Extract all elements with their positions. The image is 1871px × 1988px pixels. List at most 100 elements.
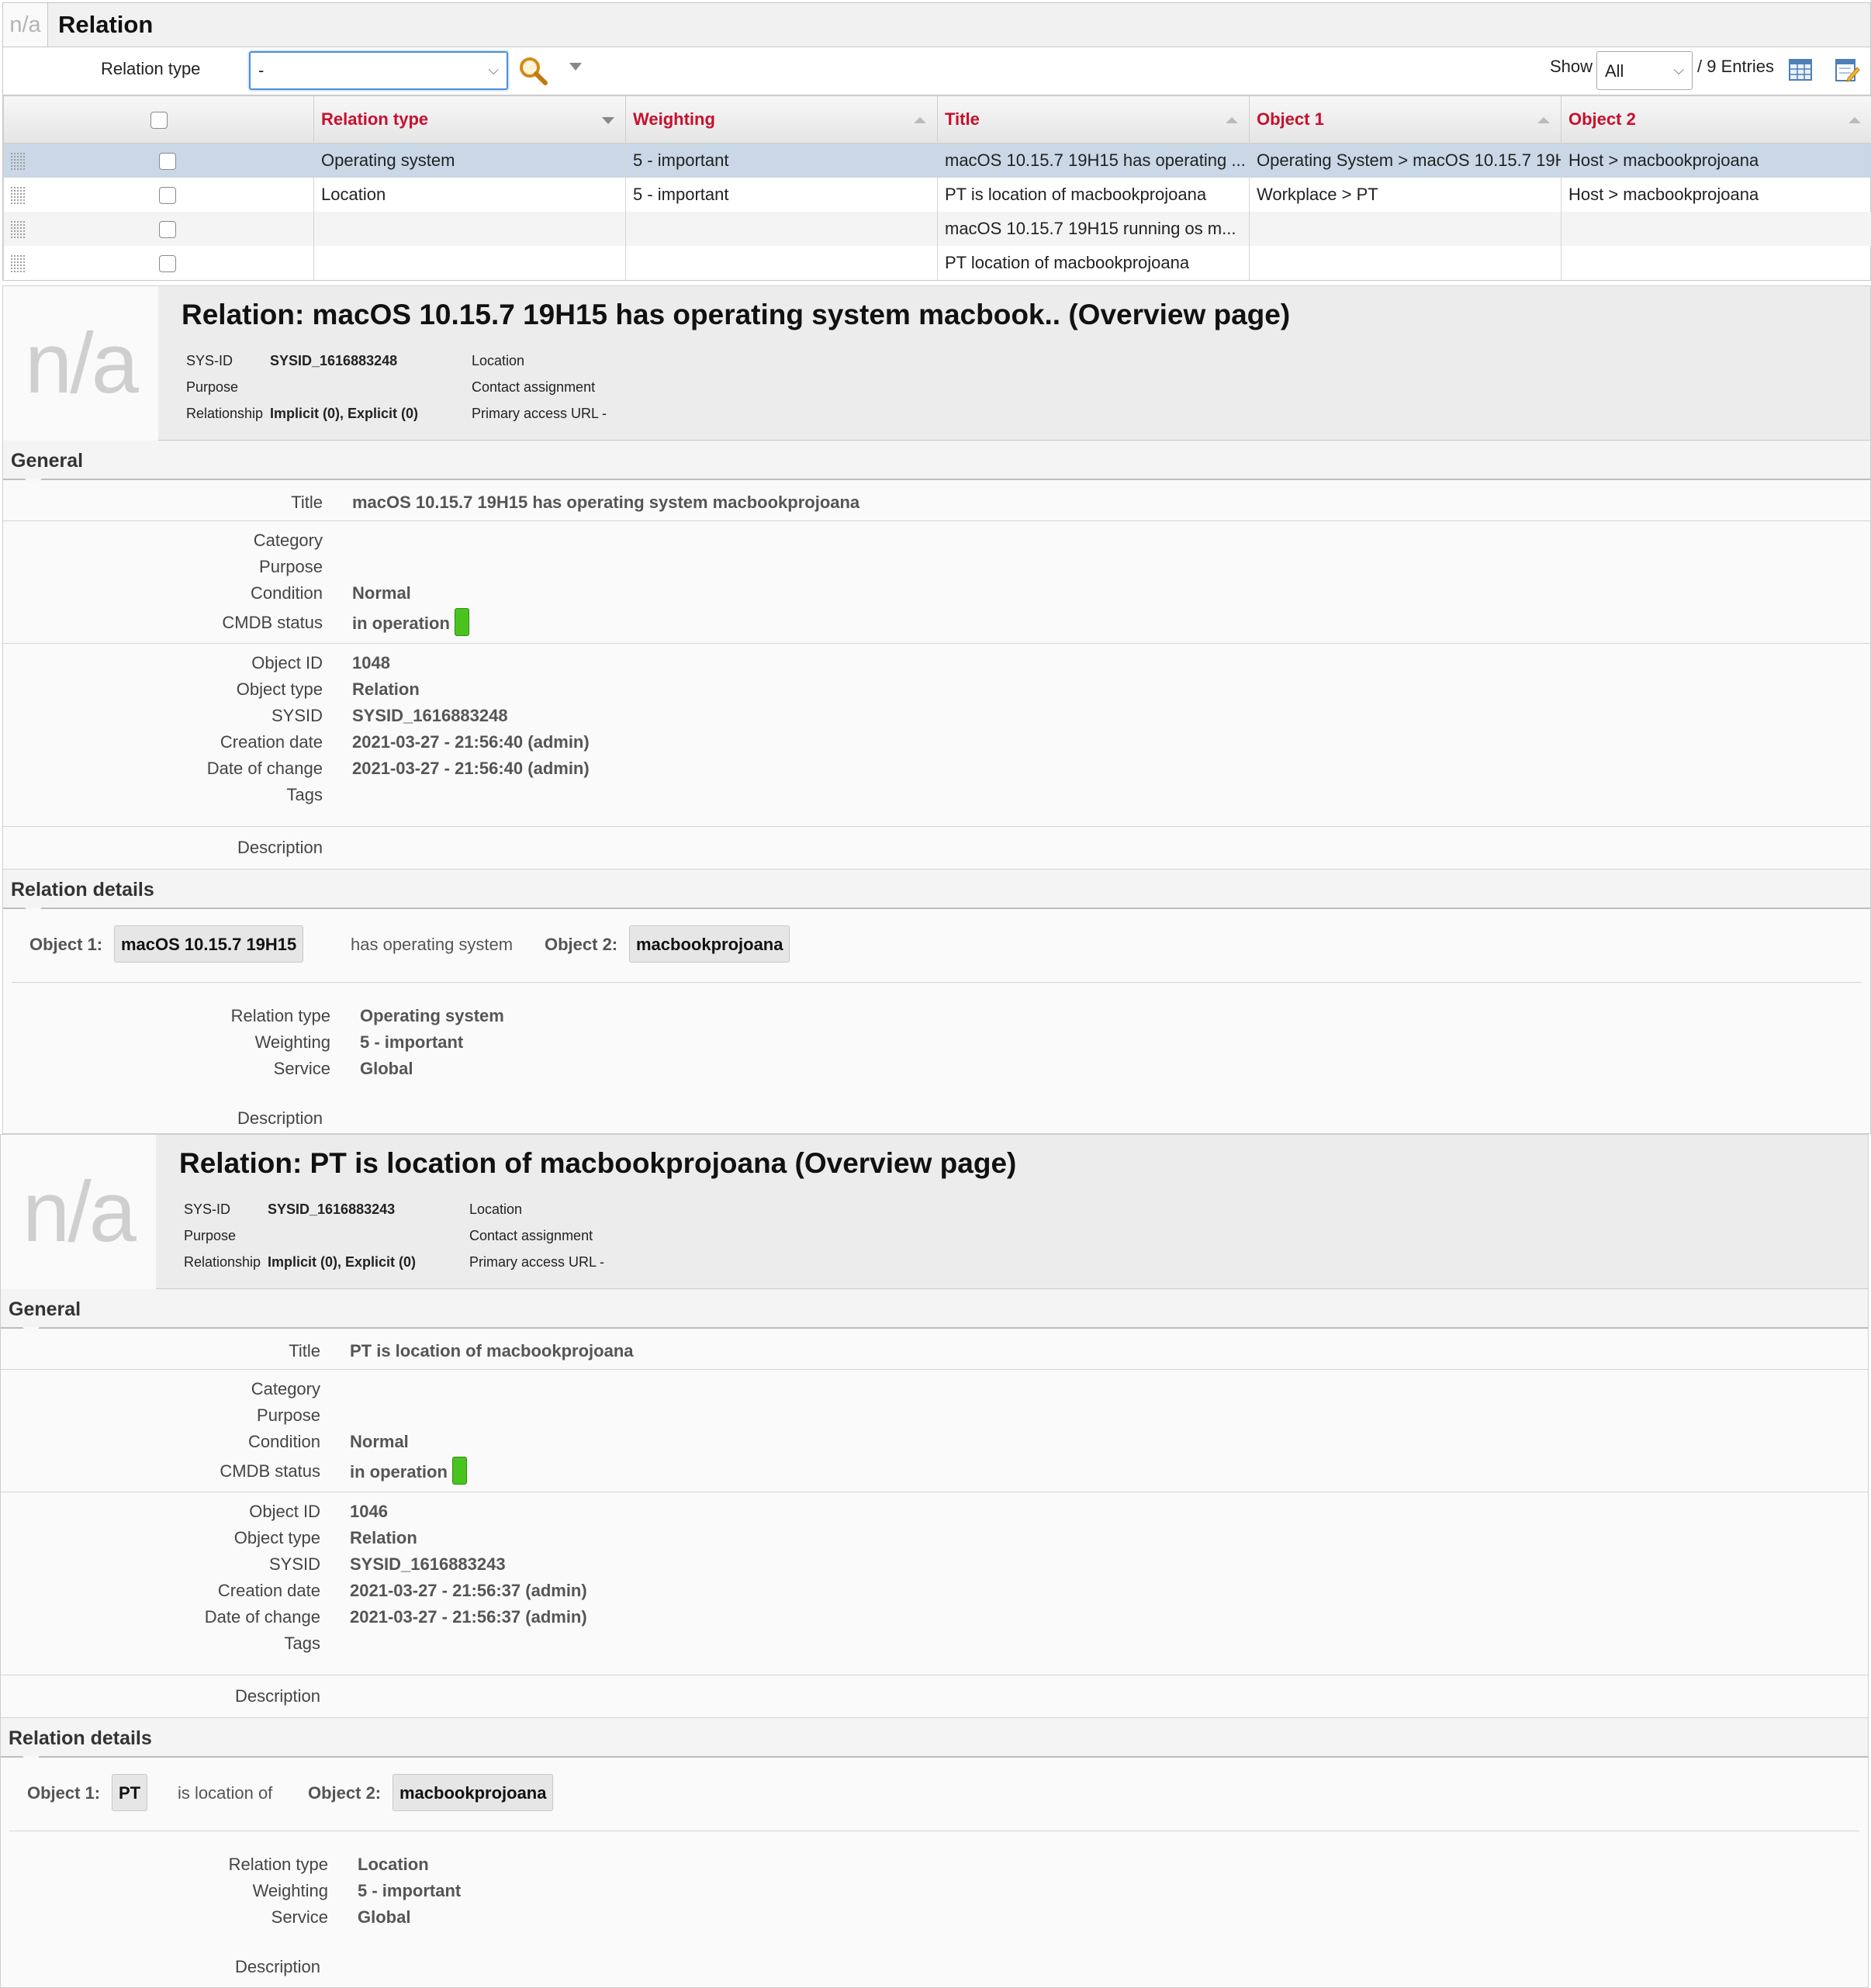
section-general-title[interactable]: General: [3, 441, 1870, 489]
drag-handle-icon[interactable]: [10, 185, 26, 205]
meta-location-label: Location: [469, 1201, 523, 1217]
meta-sysid-label: SYS-ID: [184, 1201, 231, 1217]
cell-relation-type: Location: [313, 177, 626, 212]
field-label: Purpose: [257, 1405, 320, 1425]
drag-handle-icon[interactable]: [10, 254, 26, 273]
field-label: Relation type: [230, 1006, 330, 1025]
meta-relationship-value: Implicit (0), Explicit (0): [270, 406, 419, 421]
select-all-header: [3, 95, 314, 143]
object-1-label: Object 1:: [27, 1783, 101, 1803]
general-meta-block: Object ID 1046 Object type Relation SYSID S…: [1, 1492, 1868, 1675]
column-header-weighting[interactable]: Weighting: [625, 95, 938, 143]
field-label: Condition: [251, 583, 323, 603]
column-header-object-2[interactable]: Object 2: [1561, 95, 1871, 143]
relation-details-block: Object 1: macOS 10.15.7 19H15 has operat…: [3, 909, 1870, 1128]
cell-weighting: 5 - important: [625, 177, 938, 212]
field-label: CMDB status: [220, 1461, 320, 1481]
search-icon[interactable]: [517, 55, 548, 86]
field-value-date-of-change: 2021-03-27 - 21:56:37 (admin): [350, 1607, 587, 1627]
sort-arrow-icon: [914, 117, 926, 123]
table-row[interactable]: Location 5 - important PT is location of…: [3, 177, 1871, 212]
meta-url-value: -: [600, 1254, 604, 1270]
object-1-link[interactable]: PT: [112, 1774, 148, 1811]
sort-arrow-icon: [602, 117, 614, 124]
cell-relation-type: Operating system: [313, 143, 626, 178]
dropdown-arrow-icon[interactable]: [569, 63, 582, 71]
meta-contact-label: Contact assignment: [469, 1228, 593, 1243]
drag-handle-icon[interactable]: [10, 151, 26, 171]
overview-title: Relation: macOS 10.15.7 19H15 has operat…: [182, 299, 1291, 330]
relation-type-select[interactable]: - ⌵: [249, 51, 508, 90]
section-relation-details-title[interactable]: Relation details: [3, 870, 1870, 918]
cell-object-1: [1249, 211, 1561, 246]
cell-title: PT is location of macbookprojoana: [937, 177, 1250, 212]
field-label: Object ID: [251, 653, 323, 672]
object-2-label: Object 2:: [545, 935, 618, 954]
general-title-block: Title PT is location of macbookprojoana: [1, 1329, 1868, 1370]
meta-sysid-value: SYSID_1616883243: [268, 1201, 396, 1217]
general-meta-block: Object ID 1048 Object type Relation SYSID S…: [3, 644, 1870, 827]
relation-list-table: Relation type Weighting Title Object 1 O…: [2, 95, 1871, 281]
table-row[interactable]: macOS 10.15.7 19H15 running os m...: [3, 211, 1871, 246]
field-value-object-id: 1048: [352, 653, 390, 672]
sort-arrow-icon: [1849, 117, 1861, 123]
cell-object-2: Host > macbookprojoana: [1561, 177, 1871, 212]
object-2-label: Object 2:: [308, 1783, 382, 1803]
section-general-title[interactable]: General: [1, 1289, 1868, 1338]
meta-url-label: Primary access URL: [469, 1254, 597, 1270]
field-label: Purpose: [259, 557, 323, 576]
field-label: Weighting: [252, 1881, 328, 1900]
status-indicator-icon: [451, 1457, 467, 1485]
field-label: Weighting: [254, 1032, 330, 1052]
entries-count: / 9 Entries: [1697, 57, 1775, 76]
show-select-value: All: [1605, 61, 1624, 81]
row-checkbox[interactable]: [159, 220, 177, 238]
object-1-link[interactable]: macOS 10.15.7 19H15: [114, 925, 304, 963]
object-1-label: Object 1:: [29, 935, 103, 954]
field-value-title: PT is location of macbookprojoana: [350, 1341, 634, 1360]
field-value-object-type: Relation: [352, 679, 420, 699]
row-checkbox[interactable]: [159, 152, 177, 170]
object-2-link[interactable]: macbookprojoana: [629, 925, 790, 963]
meta-purpose-label: Purpose: [184, 1228, 237, 1243]
overview-header: n/a Relation: PT is location of macbookp…: [1, 1135, 1868, 1289]
window-title-bar: n/a Relation: [2, 2, 1871, 47]
row-checkbox[interactable]: [159, 254, 177, 272]
field-value-object-id: 1046: [350, 1502, 388, 1521]
column-header-title[interactable]: Title: [937, 95, 1250, 143]
row-checkbox[interactable]: [159, 186, 177, 204]
relation-object-line: Object 1: macOS 10.15.7 19H15 has operat…: [3, 909, 1870, 983]
column-header-object-1[interactable]: Object 1: [1249, 95, 1561, 143]
overview-page-1: n/a Relation: macOS 10.15.7 19H15 has op…: [2, 285, 1871, 1134]
column-header-relation-type[interactable]: Relation type: [313, 95, 626, 143]
field-label: Category: [253, 531, 323, 550]
table-header-row: Relation type Weighting Title Object 1 O…: [3, 95, 1871, 143]
field-label: Creation date: [217, 1581, 320, 1600]
meta-url-label: Primary access URL: [472, 406, 600, 421]
field-value-sysid: SYSID_1616883248: [352, 706, 508, 725]
section-relation-details-title[interactable]: Relation details: [1, 1718, 1868, 1767]
table-row[interactable]: PT location of macbookprojoana: [3, 245, 1871, 280]
cell-object-1: Operating System > macOS 10.15.7 19H15: [1249, 143, 1561, 178]
object-image-placeholder: n/a: [3, 3, 48, 47]
select-all-checkbox[interactable]: [150, 112, 168, 130]
field-label: Condition: [248, 1432, 320, 1451]
chevron-down-icon: ⌵: [488, 62, 499, 78]
drag-handle-icon[interactable]: [10, 220, 26, 239]
table-view-icon[interactable]: [1787, 57, 1814, 83]
relation-details-block: Object 1: PT is location of Object 2: ma…: [1, 1758, 1868, 1982]
field-value-cmdb-status: in operation: [350, 1457, 467, 1485]
object-2-link[interactable]: macbookprojoana: [393, 1774, 554, 1811]
edit-list-icon[interactable]: [1834, 57, 1860, 83]
table-row[interactable]: Operating system 5 - important macOS 10.…: [3, 143, 1871, 178]
cell-object-1: Workplace > PT: [1249, 177, 1561, 212]
relation-type-filter-label: Relation type: [101, 59, 201, 78]
show-label: Show: [1550, 57, 1593, 76]
field-label: Object type: [233, 1528, 320, 1547]
overview-title: Relation: PT is location of macbookprojo…: [179, 1147, 1017, 1179]
field-label: Description: [237, 838, 323, 857]
field-label: Date of change: [206, 759, 323, 778]
field-value-condition: Normal: [350, 1432, 409, 1451]
overview-page-2: n/a Relation: PT is location of macbookp…: [0, 1134, 1869, 1988]
show-select[interactable]: All ⌵: [1596, 51, 1693, 90]
